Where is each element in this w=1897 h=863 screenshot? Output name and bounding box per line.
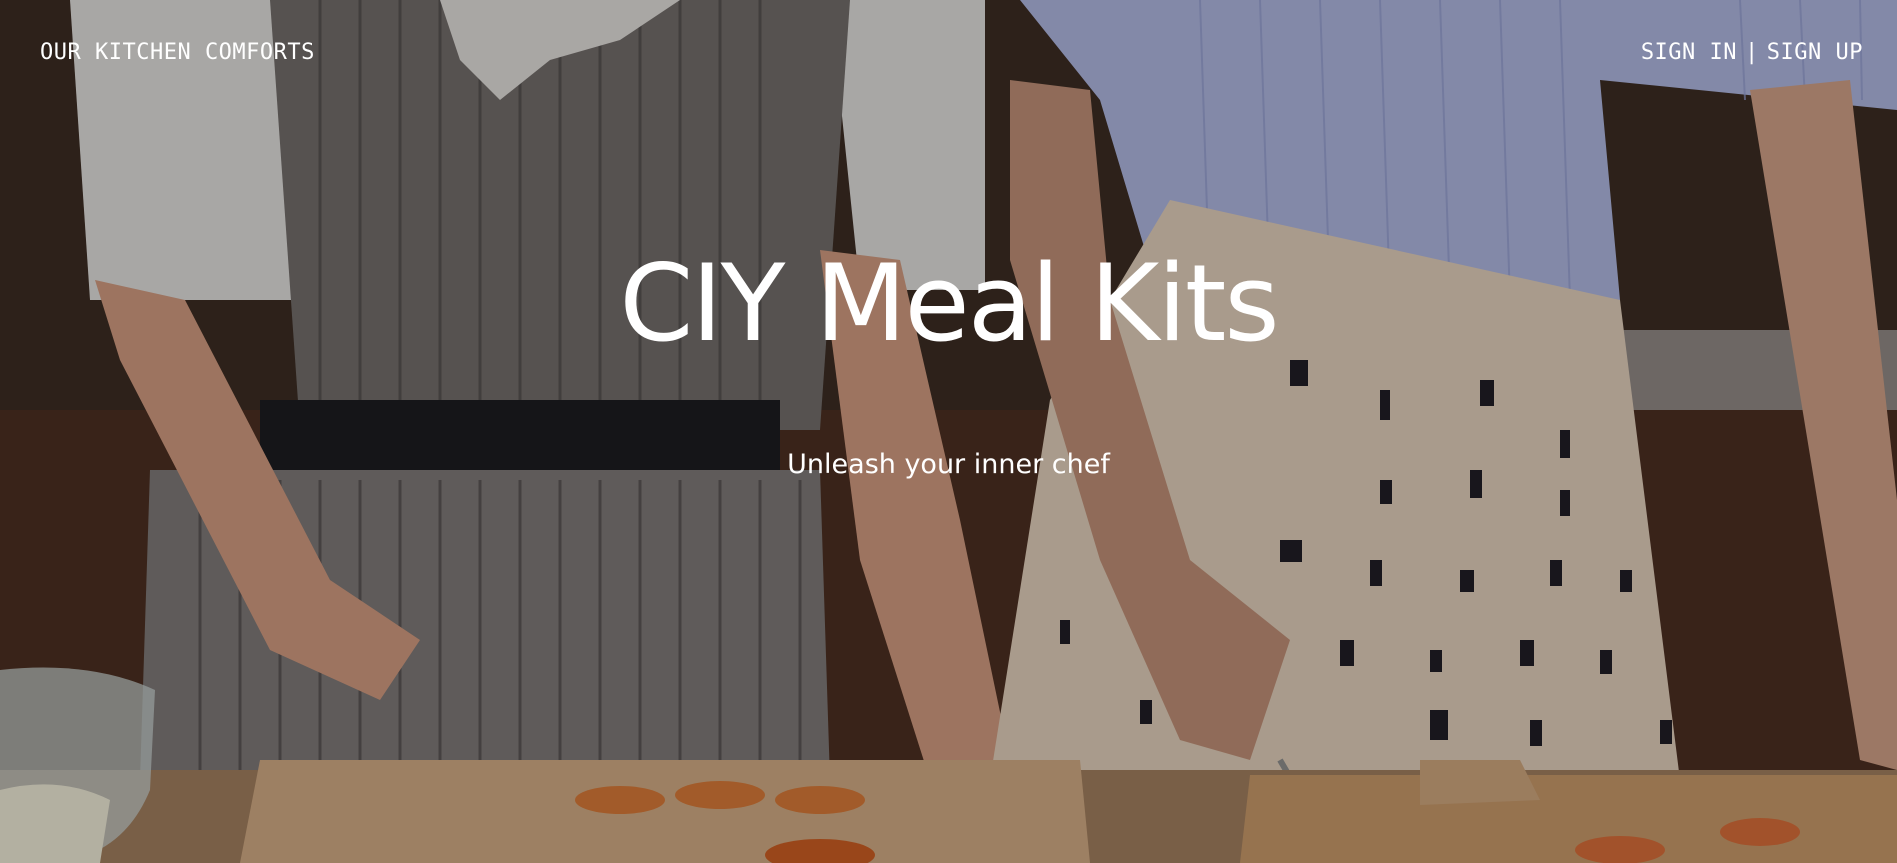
hero-subtitle: Unleash your inner chef <box>787 449 1110 480</box>
hero-section <box>0 0 1897 863</box>
auth-links: SIGN IN | SIGN UP <box>1641 40 1863 65</box>
hero-dark-overlay <box>0 0 1897 863</box>
sign-in-link[interactable]: SIGN IN <box>1641 40 1737 65</box>
hero-title: CIY Meal Kits <box>619 242 1279 365</box>
auth-separator: | <box>1745 40 1759 65</box>
sign-up-link[interactable]: SIGN UP <box>1767 40 1863 65</box>
brand-logo-link[interactable]: OUR KITCHEN COMFORTS <box>40 40 315 65</box>
